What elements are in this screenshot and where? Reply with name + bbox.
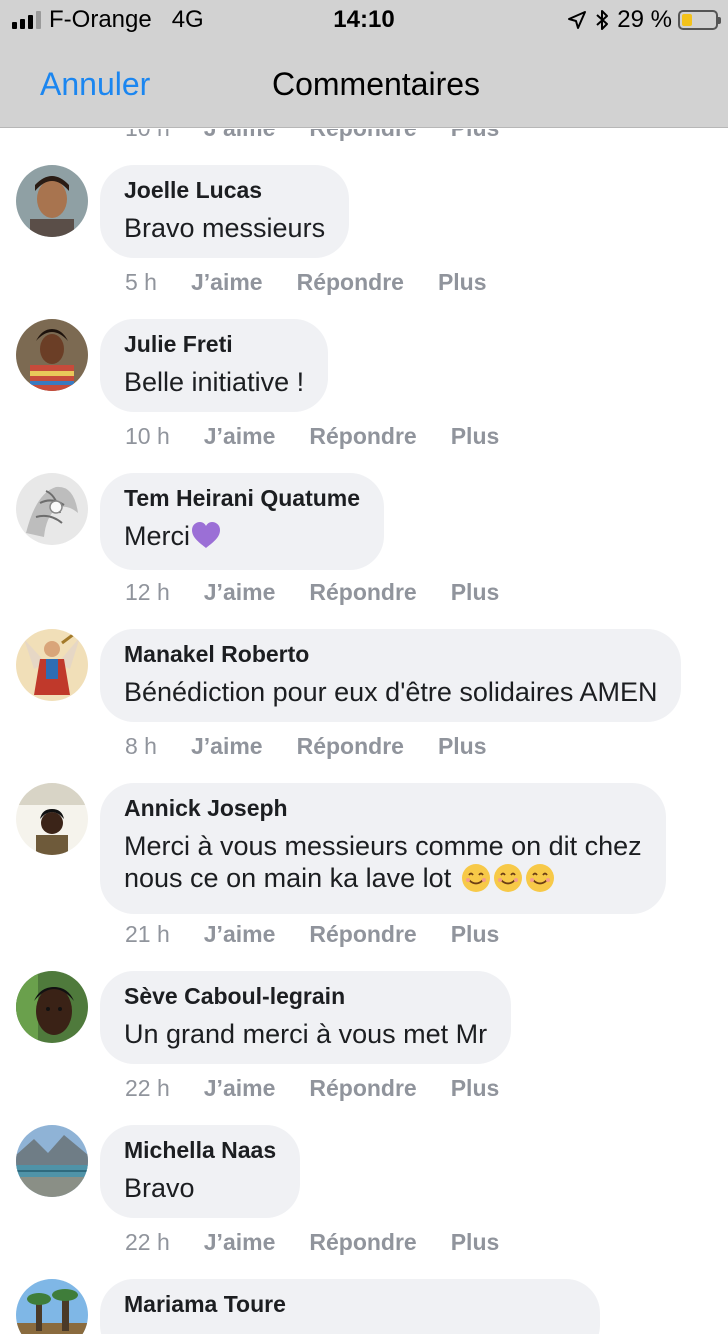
more-button[interactable]: Plus bbox=[438, 733, 487, 760]
comment-text: Merci à vous messieurs comme on dit chez… bbox=[124, 830, 642, 900]
comment-author[interactable]: Michella Naas bbox=[124, 1137, 276, 1164]
comment-text: Bravo bbox=[124, 1173, 195, 1203]
smiling-face-emoji-icon bbox=[461, 863, 491, 900]
comment-actions: 21 h J’aime Répondre Plus bbox=[125, 921, 499, 948]
reply-button[interactable]: Répondre bbox=[297, 733, 404, 760]
comment-text-value: Merci bbox=[124, 521, 190, 551]
bluetooth-icon bbox=[595, 9, 609, 31]
more-button[interactable]: Plus bbox=[438, 269, 487, 296]
status-left: F-Orange 4G bbox=[12, 6, 204, 34]
comment-text-line: nous ce on main ka lave lot bbox=[124, 862, 642, 900]
like-button[interactable]: J’aime bbox=[191, 269, 263, 296]
comment-bubble[interactable]: Sève Caboul-legrain Un grand merci à vou… bbox=[100, 971, 512, 1064]
avatar[interactable] bbox=[16, 1279, 88, 1334]
network-type: 4G bbox=[171, 6, 204, 33]
more-button[interactable]: Plus bbox=[451, 1075, 500, 1102]
comment-time: 5 h bbox=[125, 269, 157, 295]
smiling-face-emoji-icon bbox=[525, 863, 555, 900]
like-button[interactable]: J’aime bbox=[204, 1229, 276, 1256]
carrier-name: F-Orange bbox=[49, 6, 152, 33]
reply-button[interactable]: Répondre bbox=[309, 1075, 416, 1102]
comment-author[interactable]: Manakel Roberto bbox=[124, 641, 657, 668]
comment-time: 12 h bbox=[125, 579, 170, 605]
like-button[interactable]: J’aime bbox=[204, 921, 276, 948]
avatar[interactable] bbox=[16, 629, 88, 701]
nav-bar: Annuler Commentaires bbox=[0, 40, 728, 128]
comment-actions: 5 h J’aime Répondre Plus bbox=[125, 269, 487, 296]
status-bar: F-Orange 4G 14:10 29 % bbox=[0, 0, 728, 40]
avatar[interactable] bbox=[16, 783, 88, 855]
comment-actions-partial: 10 h J’aime Répondre Plus bbox=[125, 129, 499, 142]
like-button[interactable]: J’aime bbox=[204, 1075, 276, 1102]
comment-bubble[interactable]: Annick Joseph Merci à vous messieurs com… bbox=[100, 783, 666, 914]
comment-actions: 8 h J’aime Répondre Plus bbox=[125, 733, 487, 760]
more-button[interactable]: Plus bbox=[451, 579, 500, 606]
comment-author[interactable]: Mariama Toure bbox=[124, 1291, 576, 1318]
comment-bubble[interactable]: Tem Heirani Quatume Merci bbox=[100, 473, 385, 570]
comment-time: 22 h bbox=[125, 1229, 170, 1255]
like-button[interactable]: J’aime bbox=[204, 423, 276, 450]
smiling-face-emoji-icon bbox=[493, 863, 523, 900]
comment-text: Belle initiative ! bbox=[124, 367, 305, 397]
cancel-button[interactable]: Annuler bbox=[40, 66, 150, 103]
comments-list[interactable]: 10 h J’aime Répondre Plus Joelle Lucas B… bbox=[0, 129, 728, 1334]
more-button[interactable]: Plus bbox=[451, 423, 500, 450]
comment-author[interactable]: Tem Heirani Quatume bbox=[124, 485, 360, 512]
comment-author[interactable]: Julie Freti bbox=[124, 331, 304, 358]
comment-time: 22 h bbox=[125, 1075, 170, 1101]
comment-time: 21 h bbox=[125, 921, 170, 947]
battery-icon bbox=[678, 10, 721, 30]
comment-bubble[interactable]: Mariama Toure bbox=[100, 1279, 600, 1334]
like-button[interactable]: J’aime bbox=[204, 129, 276, 142]
like-button[interactable]: J’aime bbox=[191, 733, 263, 760]
comment-text: Bravo messieurs bbox=[124, 213, 326, 243]
comment-bubble[interactable]: Julie Freti Belle initiative ! bbox=[100, 319, 329, 412]
status-right: 29 % bbox=[567, 6, 721, 34]
comment-bubble[interactable]: Joelle Lucas Bravo messieurs bbox=[100, 165, 350, 258]
signal-strength-icon bbox=[12, 11, 41, 29]
avatar[interactable] bbox=[16, 319, 88, 391]
battery-level-fill bbox=[682, 14, 692, 26]
reply-button[interactable]: Répondre bbox=[309, 129, 416, 142]
battery-percent: 29 % bbox=[617, 6, 672, 33]
comment-text: Un grand merci à vous met Mr bbox=[124, 1019, 488, 1049]
reply-button[interactable]: Répondre bbox=[297, 269, 404, 296]
more-button[interactable]: Plus bbox=[451, 1229, 500, 1256]
avatar[interactable] bbox=[16, 971, 88, 1043]
avatar[interactable] bbox=[16, 473, 88, 545]
comment-text-line: Merci à vous messieurs comme on dit chez bbox=[124, 831, 642, 861]
comment-time: 10 h bbox=[125, 423, 170, 449]
reply-button[interactable]: Répondre bbox=[309, 579, 416, 606]
comment-time: 10 h bbox=[125, 129, 170, 142]
comment-bubble[interactable]: Manakel Roberto Bénédiction pour eux d'ê… bbox=[100, 629, 682, 722]
reply-button[interactable]: Répondre bbox=[309, 423, 416, 450]
comment-author[interactable]: Sève Caboul-legrain bbox=[124, 983, 487, 1010]
reply-button[interactable]: Répondre bbox=[309, 1229, 416, 1256]
comment-text-value: nous ce on main ka lave lot bbox=[124, 863, 452, 893]
reply-button[interactable]: Répondre bbox=[309, 921, 416, 948]
location-arrow-icon bbox=[567, 10, 587, 30]
comment-actions: 22 h J’aime Répondre Plus bbox=[125, 1229, 499, 1256]
comment-actions: 22 h J’aime Répondre Plus bbox=[125, 1075, 499, 1102]
avatar[interactable] bbox=[16, 165, 88, 237]
comment-actions: 12 h J’aime Répondre Plus bbox=[125, 579, 499, 606]
comment-author[interactable]: Joelle Lucas bbox=[124, 177, 325, 204]
comment-text: Bénédiction pour eux d'être solidaires A… bbox=[124, 677, 658, 707]
like-button[interactable]: J’aime bbox=[204, 579, 276, 606]
comment-text: Merci bbox=[124, 520, 360, 556]
comment-author[interactable]: Annick Joseph bbox=[124, 795, 642, 822]
comment-time: 8 h bbox=[125, 733, 157, 759]
purple-heart-emoji-icon bbox=[190, 521, 222, 556]
more-button[interactable]: Plus bbox=[451, 129, 500, 142]
more-button[interactable]: Plus bbox=[451, 921, 500, 948]
comment-bubble[interactable]: Michella Naas Bravo bbox=[100, 1125, 301, 1218]
comment-actions: 10 h J’aime Répondre Plus bbox=[125, 423, 499, 450]
avatar[interactable] bbox=[16, 1125, 88, 1197]
